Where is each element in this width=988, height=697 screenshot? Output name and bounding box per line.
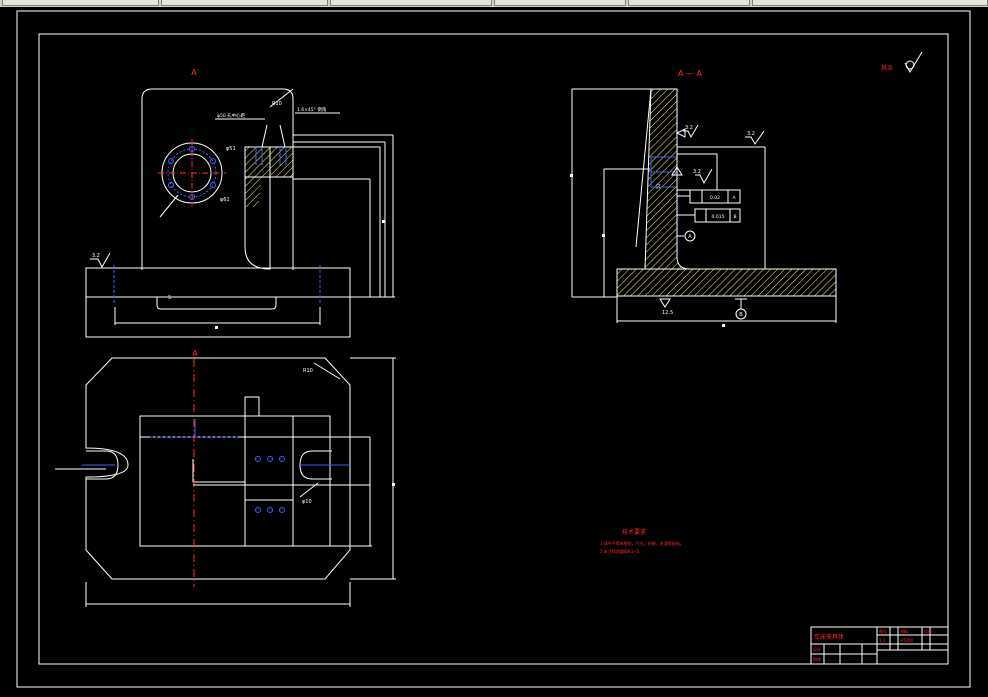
datum-b-label: B — [739, 312, 743, 318]
arrow-mark — [675, 128, 686, 138]
tech-req-line1: 1.铸件不得有裂纹、气孔、砂眼、夹渣等缺陷。 — [600, 540, 684, 546]
title-block-checker: 审核 — [813, 656, 821, 662]
top-slot-dim: φ10 — [302, 499, 312, 505]
roughness-triangle — [659, 298, 671, 308]
toolbar-segment[interactable] — [161, 0, 328, 6]
top-view[interactable]: A — [55, 349, 396, 607]
title-block-scale: 1:1 — [879, 638, 886, 643]
front-hole-dim2: φ61 — [220, 197, 230, 203]
tech-req-line2: 2.未注铸造圆角R3~5。 — [600, 548, 643, 554]
tolerance-1-datum: A — [732, 195, 736, 201]
title-block-material: HT200 — [900, 638, 914, 643]
title-block-name: 车床夹具体 — [814, 633, 844, 641]
bolt-hole — [168, 182, 174, 188]
corner-roughness-label: 其余 — [881, 64, 893, 72]
top-inner-rect — [139, 415, 331, 547]
hole-mark — [255, 507, 261, 513]
top-view-label: A — [192, 349, 198, 358]
l-section-hatch — [616, 88, 837, 297]
section-roughness-top: 3.2 — [747, 131, 755, 137]
section-dim-bottom: 12.5 — [662, 310, 673, 316]
datum-a-label: A — [688, 234, 692, 240]
rib-outline — [244, 396, 260, 417]
title-block-designer: 设计 — [813, 646, 821, 652]
drawing-canvas[interactable]: A R10 φ50 孔中心距 1.6×45° 倒角 φ51 φ61 3.2 5 … — [0, 7, 988, 693]
tech-req-title: 技术要求 — [622, 528, 646, 536]
toolbar-segment[interactable] — [2, 0, 159, 6]
base-groove — [156, 297, 277, 310]
toolbar-segment[interactable] — [752, 0, 988, 6]
section-roughness-side: 3.2 — [685, 125, 693, 131]
tolerance-2-datum: B — [733, 214, 736, 220]
hatched-section-2 — [245, 177, 262, 207]
hole-mark — [279, 456, 285, 462]
corner-roughness — [904, 51, 923, 73]
toolbar-segment[interactable] — [330, 0, 492, 6]
cad-drawing[interactable]: A R10 φ50 孔中心距 1.6×45° 倒角 φ51 φ61 3.2 5 … — [0, 7, 988, 693]
hole-mark — [267, 507, 273, 513]
leader-line — [159, 194, 179, 218]
front-small-label: 5 — [168, 295, 171, 301]
front-radius-note: R10 — [272, 101, 282, 107]
front-view[interactable]: A — [85, 68, 395, 338]
toolbar-segment[interactable] — [494, 0, 626, 6]
tolerance-2-value: 0.015 — [712, 214, 725, 220]
front-note-left: φ50 孔中心距 — [217, 112, 246, 119]
hole-mark — [279, 507, 285, 513]
title-block-c3: 比例 — [924, 628, 932, 634]
section-dim-left: 52 — [656, 183, 662, 189]
section-view-label: A — A — [678, 69, 703, 78]
sheet-inner-border — [38, 33, 949, 665]
bolt-hole — [168, 158, 174, 164]
top-radius-note: R10 — [303, 368, 313, 374]
toolbar-segment[interactable] — [628, 0, 750, 6]
sheet-outer-border — [16, 10, 971, 688]
cad-toolbar — [0, 0, 988, 7]
hole-mark — [255, 456, 261, 462]
tolerance-1-value: 0.02 — [710, 195, 720, 201]
front-hole-dim: φ51 — [226, 146, 236, 152]
front-roughness-value: 3.2 — [92, 253, 100, 259]
front-note-right: 1.6×45° 倒角 — [297, 106, 326, 113]
title-block-c1: 图号 — [879, 628, 887, 634]
front-view-label: A — [191, 68, 197, 77]
section-roughness-mid: 3.2 — [693, 169, 701, 175]
title-block-c2: 材料 — [900, 628, 908, 634]
section-view[interactable]: A — A — [571, 69, 837, 323]
hole-mark — [267, 456, 273, 462]
